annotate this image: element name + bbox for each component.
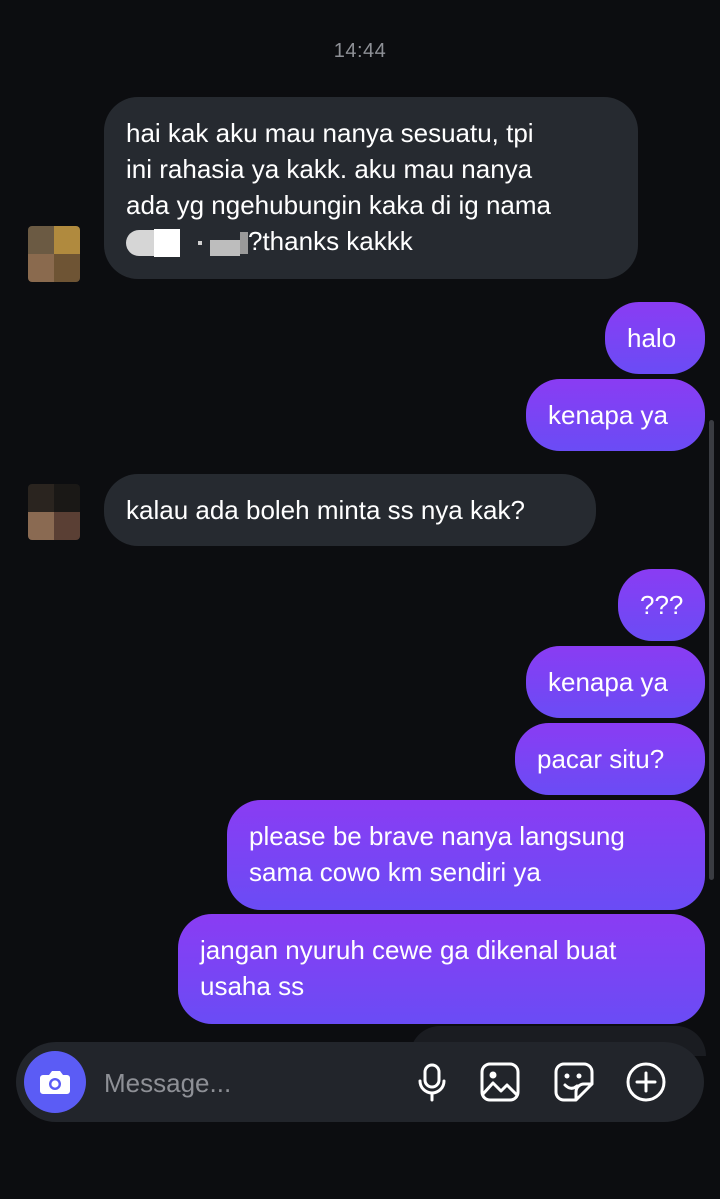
sticker-icon[interactable] <box>552 1060 596 1104</box>
redacted-name <box>240 232 248 255</box>
message-timestamp: 14:44 <box>333 40 387 62</box>
message-text: pacar situ? <box>537 744 665 774</box>
microphone-icon[interactable] <box>410 1060 454 1104</box>
message-line-suffix: ?thanks kakkk <box>248 226 413 256</box>
message-text: ??? <box>640 590 684 620</box>
message-text: kenapa ya <box>548 400 668 430</box>
message-outgoing-pacar-situ[interactable]: pacar situ? <box>515 723 705 795</box>
camera-icon <box>40 1071 70 1094</box>
redacted-name <box>154 229 180 258</box>
message-outgoing-jangan-nyuruh[interactable]: jangan nyuruh cewe ga dikenal buat usaha… <box>178 914 705 1024</box>
message-line: hai kak aku mau nanya sesuatu, tpi <box>126 118 534 148</box>
message-line: sama cowo km sendiri ya <box>249 857 541 887</box>
contact-avatar[interactable] <box>28 484 80 540</box>
message-text: kalau ada boleh minta ss nya kak? <box>126 495 525 525</box>
redacted-name <box>210 240 240 257</box>
message-outgoing-kenapa-ya-1[interactable]: kenapa ya <box>526 379 705 451</box>
message-line: usaha ss <box>200 971 305 1001</box>
contact-avatar[interactable] <box>28 226 80 282</box>
message-line: jangan nyuruh cewe ga dikenal buat <box>200 935 617 965</box>
message-input[interactable] <box>102 1062 396 1104</box>
message-line: ada yg ngehubungin kaka di ig nama <box>126 190 551 220</box>
chat-screen: 14:44 hai kak aku mau nanya sesuatu, tpi… <box>0 0 720 1199</box>
message-outgoing-question[interactable]: ??? <box>618 569 705 641</box>
message-line: ini rahasia ya kakk. aku mau nanya <box>126 154 533 184</box>
camera-button[interactable] <box>24 1051 86 1113</box>
message-incoming-1[interactable]: hai kak aku mau nanya sesuatu, tpi ini r… <box>104 97 638 279</box>
message-outgoing-halo[interactable]: halo <box>605 302 705 374</box>
message-outgoing-kenapa-ya-2[interactable]: kenapa ya <box>526 646 705 718</box>
message-incoming-2[interactable]: kalau ada boleh minta ss nya kak? <box>104 474 596 546</box>
message-text: halo <box>627 323 677 353</box>
redacted-name <box>180 240 198 246</box>
message-outgoing-please-be-brave[interactable]: please be brave nanya langsung sama cowo… <box>227 800 705 910</box>
message-line-redacted: ?thanks kakkk <box>126 223 616 259</box>
message-composer <box>16 1042 704 1122</box>
add-icon[interactable] <box>624 1060 668 1104</box>
redacted-name <box>126 230 154 257</box>
chat-scrollbar[interactable] <box>709 420 714 880</box>
message-text: kenapa ya <box>548 667 668 697</box>
message-line: please be brave nanya langsung <box>249 821 625 851</box>
redacted-name <box>202 240 210 246</box>
gallery-icon[interactable] <box>478 1060 522 1104</box>
